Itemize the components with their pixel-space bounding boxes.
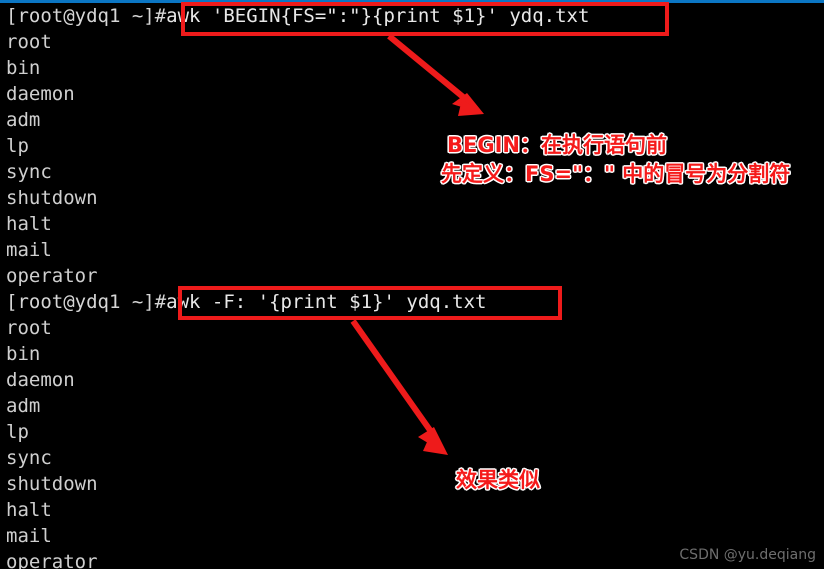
terminal-command-line: [root@ydq1 ~]#awk 'BEGIN{FS=":"}{print $… [6, 3, 818, 29]
annotation-begin-line2: 先定义：FS="：" 中的冒号为分割符 [441, 162, 791, 186]
shell-prompt: [root@ydq1 ~]# [6, 291, 167, 313]
output-line: mail [6, 525, 52, 547]
output-line: adm [6, 395, 41, 417]
output-line: adm [6, 109, 41, 131]
annotation-begin-line1: BEGIN：在执行语句前 [447, 133, 667, 157]
output-line: mail [6, 239, 52, 261]
output-line: root [6, 317, 52, 339]
output-line: operator [6, 265, 98, 287]
terminal-screenshot: [root@ydq1 ~]#awk 'BEGIN{FS=":"}{print $… [0, 0, 824, 569]
output-line: lp [6, 421, 29, 443]
output-line: halt [6, 499, 52, 521]
terminal-command-line: [root@ydq1 ~]#awk -F: '{print $1}' ydq.t… [6, 289, 818, 315]
watermark: CSDN @yu.deqiang [679, 547, 816, 563]
output-line: shutdown [6, 187, 98, 209]
output-line: shutdown [6, 473, 98, 495]
shell-command: awk 'BEGIN{FS=":"}{print $1}' ydq.txt [166, 5, 590, 27]
output-line: bin [6, 343, 41, 365]
output-line: halt [6, 213, 52, 235]
output-line: root [6, 31, 52, 53]
annotation-similar-effect: 效果类似 [456, 468, 540, 492]
terminal-output-area[interactable]: [root@ydq1 ~]#awk 'BEGIN{FS=":"}{print $… [6, 3, 818, 569]
output-line: bin [6, 57, 41, 79]
output-line: daemon [6, 83, 75, 105]
output-line: daemon [6, 369, 75, 391]
shell-command: awk -F: '{print $1}' ydq.txt [166, 291, 487, 313]
shell-prompt: [root@ydq1 ~]# [6, 5, 167, 27]
output-line: sync [6, 447, 52, 469]
output-line: lp [6, 135, 29, 157]
